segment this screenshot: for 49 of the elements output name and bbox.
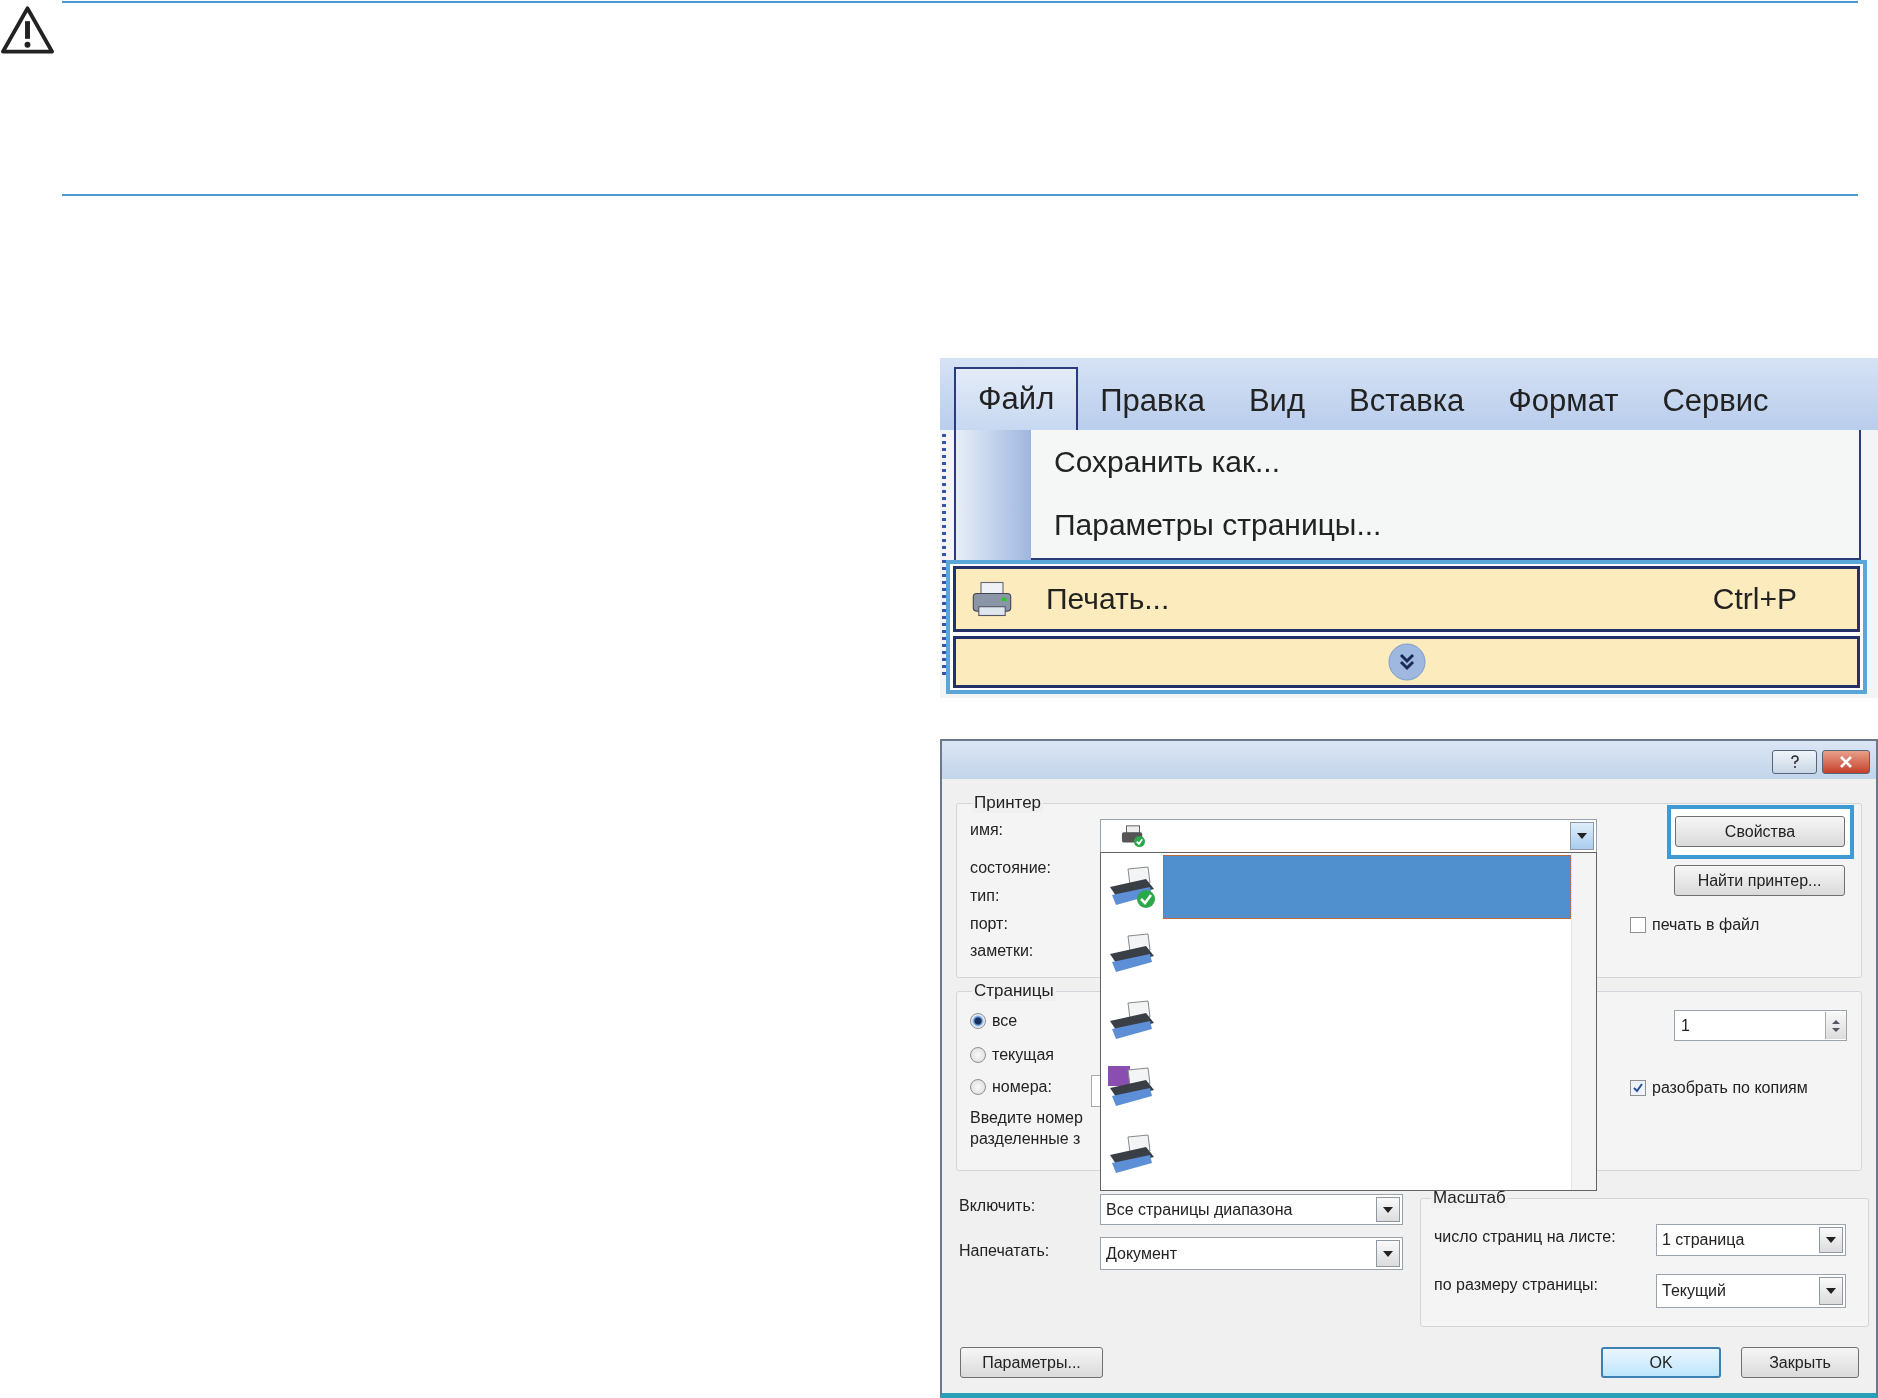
checkbox-label: разобрать по копиям <box>1652 1079 1808 1097</box>
hint-text: разделенные з <box>970 1130 1081 1148</box>
copies-spinbox[interactable]: 1 <box>1674 1010 1847 1041</box>
menu-bar-item[interactable]: Правка <box>1078 371 1227 430</box>
radio-label: номера: <box>992 1078 1052 1096</box>
close-button[interactable] <box>1822 750 1870 774</box>
field-label: тип: <box>970 887 1000 905</box>
checkbox[interactable] <box>1630 917 1646 933</box>
field-label: состояние: <box>970 859 1051 877</box>
menu-bar-item[interactable]: Сервис <box>1640 371 1791 430</box>
field-label: имя: <box>970 821 1004 839</box>
hint-text: Введите номер <box>970 1109 1083 1127</box>
field-label: Напечатать: <box>959 1242 1050 1260</box>
scrollbar[interactable] <box>1571 853 1596 1190</box>
field-label: по размеру страницы: <box>1434 1276 1599 1294</box>
double-chevron-icon <box>1386 642 1427 682</box>
printer-check-icon <box>1119 824 1147 848</box>
help-button[interactable] <box>1772 750 1817 774</box>
menu-bar-item[interactable]: Файл <box>954 367 1079 430</box>
properties-button[interactable]: Свойства <box>1675 816 1845 847</box>
field-label: порт: <box>970 915 1008 933</box>
menu-bar-item[interactable]: Вставка <box>1327 371 1487 430</box>
checkbox-label: печать в файл <box>1652 916 1760 934</box>
fit-page-dropdown[interactable]: Текущий <box>1656 1274 1846 1308</box>
menu-bar-item[interactable]: Формат <box>1486 371 1641 430</box>
pages-per-sheet-dropdown[interactable]: 1 страница <box>1656 1224 1846 1256</box>
printer-dropdown[interactable] <box>1100 819 1597 853</box>
menu-bar-item[interactable]: Вид <box>1226 371 1328 430</box>
group-title: Принтер <box>972 793 1044 813</box>
include-dropdown[interactable]: Все страницы диапазона <box>1100 1194 1403 1225</box>
group-title: Страницы <box>972 981 1056 1001</box>
menu-item[interactable]: Параметры страницы... <box>956 493 1859 556</box>
expand-menu-item[interactable] <box>953 636 1860 688</box>
radio-label: все <box>992 1012 1018 1030</box>
options-button[interactable]: Параметры... <box>960 1347 1103 1378</box>
printer-icon <box>970 580 1014 618</box>
find-printer-button[interactable]: Найти принтер... <box>1674 865 1845 896</box>
print-what-dropdown[interactable]: Документ <box>1100 1237 1403 1270</box>
menu-item[interactable]: Сохранить как... <box>956 430 1859 493</box>
radio-label: текущая <box>992 1046 1054 1064</box>
close-dialog-button[interactable]: Закрыть <box>1741 1347 1859 1378</box>
menu-item[interactable]: Печать... Ctrl+P <box>953 566 1860 632</box>
field-label: заметки: <box>970 942 1034 960</box>
warning-icon <box>0 5 55 55</box>
spin-arrows-icon[interactable] <box>1825 1012 1846 1039</box>
checkbox[interactable] <box>1630 1080 1646 1096</box>
field-label: число страниц на листе: <box>1434 1228 1616 1246</box>
field-label: Включить: <box>959 1197 1036 1215</box>
ok-button[interactable]: OK <box>1601 1347 1721 1378</box>
